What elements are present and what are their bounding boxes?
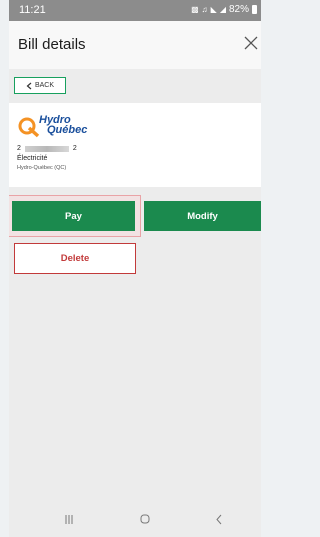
page-title: Bill details (18, 36, 86, 53)
account-suffix: 2 (72, 145, 77, 152)
close-icon[interactable] (243, 35, 259, 51)
modify-button[interactable]: Modify (144, 201, 261, 231)
provider-name: Hydro-Québec (QC) (17, 165, 67, 171)
chevron-left-icon (26, 82, 32, 89)
back-icon[interactable] (215, 514, 223, 525)
back-button[interactable]: BACK (14, 77, 66, 94)
logo-line2: Québec (47, 124, 88, 136)
hydro-quebec-logo: Hydro Québec (17, 113, 107, 143)
home-icon[interactable] (140, 514, 150, 524)
actions-area: Pay Modify Delete (9, 187, 261, 537)
sim-icon: ▩ (191, 4, 199, 14)
account-prefix: 2 (17, 145, 21, 152)
account-number: 2 2 (17, 145, 77, 152)
status-icons: ▩ ♫ ◣ ◢ 82% (191, 3, 257, 16)
mute-icon: ♫ (201, 4, 208, 14)
phone-screen: 11:21 ▩ ♫ ◣ ◢ 82% Bill details BACK Hydr… (9, 0, 261, 537)
signal-icon: ◢ (219, 4, 226, 14)
pay-button[interactable]: Pay (12, 201, 135, 231)
redacted-account (24, 145, 69, 152)
battery-icon (252, 5, 257, 14)
logo-q-icon (18, 117, 40, 138)
battery-percent: 82% (228, 4, 249, 15)
logo-wordmark: Hydro Québec (39, 115, 88, 136)
bill-card: Hydro Québec 2 2 Électricité Hydro-Québe… (9, 103, 261, 187)
back-label: BACK (34, 82, 55, 89)
status-time: 11:21 (19, 4, 46, 16)
page-header: Bill details (9, 21, 261, 69)
back-area: BACK (9, 69, 261, 103)
wifi-icon: ◣ (210, 4, 217, 14)
delete-button[interactable]: Delete (14, 243, 136, 274)
recent-apps-icon[interactable] (64, 515, 74, 524)
service-name: Électricité (17, 155, 48, 162)
navigation-bar (9, 502, 261, 537)
status-bar: 11:21 ▩ ♫ ◣ ◢ 82% (9, 0, 261, 21)
